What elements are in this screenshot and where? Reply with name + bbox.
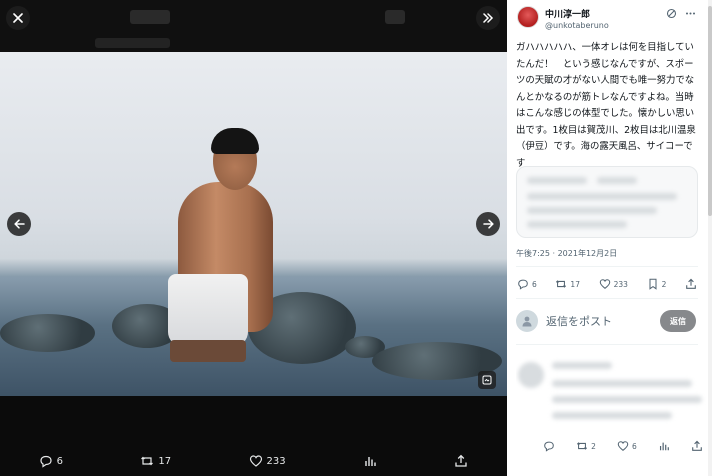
like-icon	[617, 441, 629, 451]
viewer-like-count: 233	[266, 455, 286, 467]
reply-action-bar: 2 6	[543, 440, 703, 452]
blurred-quoted-content	[516, 166, 698, 238]
retweet-button[interactable]: 17	[555, 278, 580, 290]
reply-views-button[interactable]	[658, 440, 670, 452]
viewer-action-bar: 6 17 233	[0, 446, 507, 476]
views-icon	[659, 442, 669, 451]
double-chevron-right-icon	[483, 13, 494, 23]
reply-button[interactable]: 6	[517, 278, 537, 290]
reply-like-button[interactable]: 6	[617, 440, 637, 452]
viewer-share-button[interactable]	[454, 454, 468, 468]
like-icon	[599, 279, 610, 289]
arrow-left-icon	[13, 219, 25, 229]
user-icon	[522, 316, 532, 327]
divider	[516, 298, 698, 299]
post-author[interactable]: 中川淳一郎 @unkotaberuno	[517, 6, 609, 30]
reply-composer: 返信をポスト 返信	[516, 309, 696, 333]
bookmark-icon	[649, 278, 657, 290]
viewer-reply-button[interactable]: 6	[39, 454, 63, 468]
reply-reply-button[interactable]	[543, 440, 555, 452]
viewer-retweet-count: 17	[158, 455, 172, 467]
photo-person-legs	[170, 340, 246, 362]
expand-button[interactable]	[476, 6, 500, 30]
arrow-right-icon	[482, 219, 494, 229]
retweet-icon	[556, 280, 567, 288]
retweet-icon	[141, 456, 154, 466]
viewer-background-header	[0, 0, 507, 52]
close-icon	[13, 13, 23, 23]
post-header-icons	[666, 8, 696, 19]
share-icon	[455, 454, 467, 467]
photo-person-hair	[211, 128, 259, 154]
bookmark-button[interactable]: 2	[647, 278, 667, 290]
reply-like-count: 6	[632, 441, 637, 451]
author-name[interactable]: 中川淳一郎	[545, 7, 609, 20]
close-button[interactable]	[6, 6, 30, 30]
reply-icon	[544, 441, 554, 452]
blur-line	[527, 221, 627, 228]
more-icon[interactable]	[685, 8, 696, 19]
viewer-retweet-button[interactable]: 17	[140, 454, 171, 468]
reply-submit-button[interactable]: 返信	[660, 310, 696, 332]
reply-retweet-button[interactable]: 2	[576, 440, 596, 452]
post-photo[interactable]	[0, 52, 507, 396]
reply-input[interactable]: 返信をポスト	[546, 313, 660, 329]
bookmark-count: 2	[661, 279, 667, 289]
author-avatar[interactable]	[517, 6, 539, 28]
previous-image-button[interactable]	[7, 212, 31, 236]
views-icon	[365, 457, 376, 466]
blur-line	[527, 207, 657, 214]
blur-line	[552, 362, 612, 369]
like-button[interactable]: 233	[599, 278, 628, 290]
author-handle[interactable]: @unkotaberuno	[545, 21, 609, 30]
viewer-reply-count: 6	[56, 455, 64, 467]
post-detail-pane: 中川淳一郎 @unkotaberuno ガハハハハハ、一体オレは何を目指していた…	[507, 0, 714, 476]
retweet-count: 17	[570, 279, 580, 289]
photo-towel	[168, 274, 248, 346]
reply-share-button[interactable]	[691, 440, 703, 452]
alt-text-button[interactable]	[478, 371, 496, 389]
alt-text-icon	[482, 375, 492, 385]
blurred-header-text	[130, 10, 170, 24]
like-count: 233	[613, 279, 628, 289]
post-timestamp[interactable]: 午後7:25 · 2021年12月2日	[516, 248, 617, 259]
reply-icon	[40, 455, 52, 468]
viewer-like-button[interactable]: 233	[249, 454, 286, 468]
blurred-reply	[516, 350, 706, 430]
post-action-bar: 6 17 233 2	[517, 278, 697, 290]
reply-count: 6	[532, 279, 537, 289]
like-icon	[249, 455, 262, 467]
scrollbar-thumb[interactable]	[708, 6, 712, 216]
blurred-header-text	[385, 10, 405, 24]
blur-line	[552, 396, 702, 403]
blur-line	[527, 177, 587, 184]
viewer-views-button[interactable]	[363, 454, 377, 468]
post-text: ガハハハハハ、一体オレは何を目指していたんだ！ という感じなんですが、スポーツの…	[516, 42, 696, 169]
blur-avatar	[518, 362, 544, 388]
blur-line	[597, 177, 637, 184]
blur-line	[552, 380, 692, 387]
next-image-button[interactable]	[476, 212, 500, 236]
share-icon	[692, 440, 702, 451]
media-viewer: 6 17 233	[0, 0, 507, 476]
reply-retweet-count: 2	[591, 441, 596, 451]
reply-icon	[518, 279, 528, 290]
share-button[interactable]	[685, 278, 697, 290]
blur-line	[552, 412, 672, 419]
blur-line	[527, 193, 677, 200]
grok-icon[interactable]	[666, 8, 677, 19]
user-avatar[interactable]	[516, 310, 538, 332]
photo-rock	[0, 314, 95, 352]
share-icon	[686, 278, 696, 289]
retweet-icon	[577, 442, 588, 450]
divider	[516, 266, 698, 267]
divider	[516, 344, 698, 345]
blurred-header-text	[95, 38, 170, 48]
